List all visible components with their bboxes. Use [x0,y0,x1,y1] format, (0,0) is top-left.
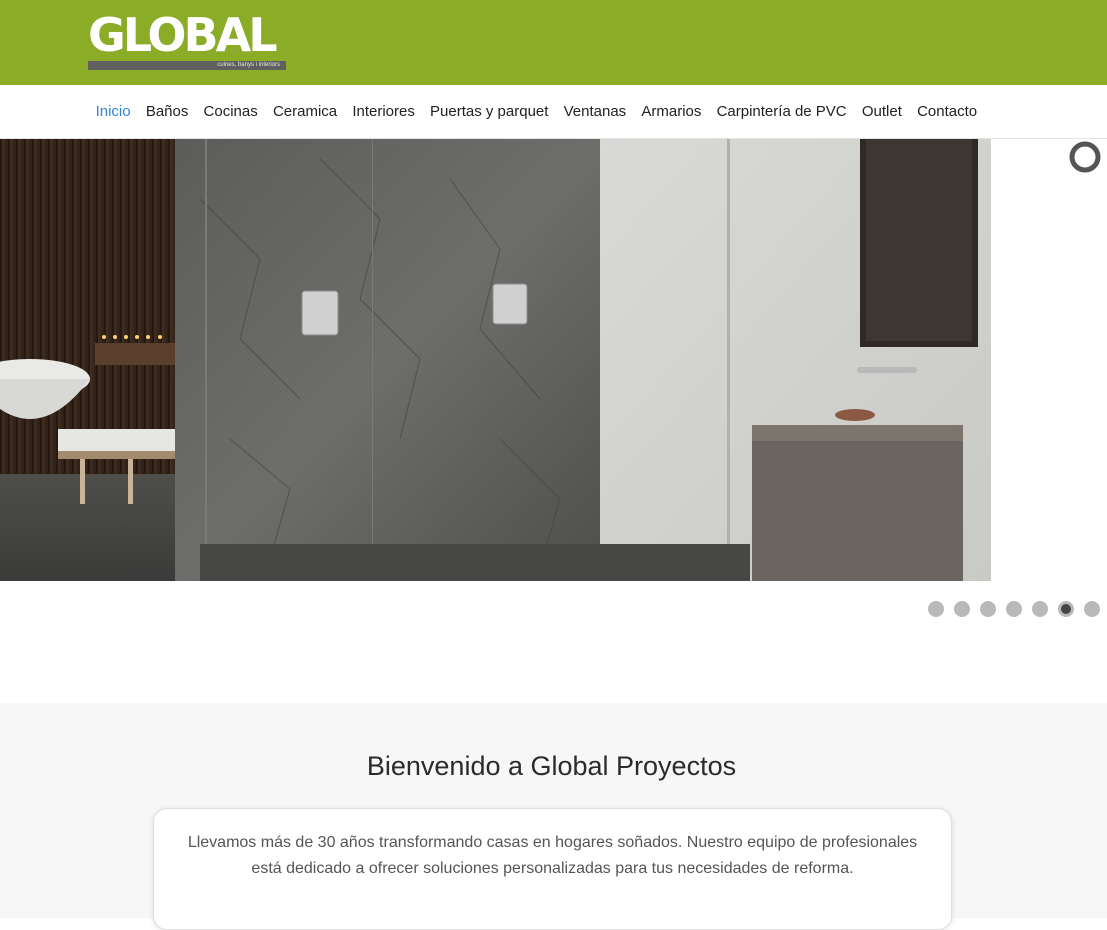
slider-dot-6-active[interactable] [1058,601,1074,617]
nav-item-cocinas[interactable]: Cocinas [196,103,265,120]
logo-wordmark: GLOBAL [88,8,278,62]
nav-item-carpinteria-pvc[interactable]: Carpintería de PVC [709,103,854,120]
nav-item-ceramica[interactable]: Ceramica [265,103,344,120]
global-logo[interactable]: GLOBAL cuines, banys i interiors [88,11,288,71]
slider-dot-4[interactable] [1006,601,1022,617]
hero-slide-bathroom-image [0,139,991,581]
welcome-section: Bienvenido a Global Proyectos Llevamos m… [0,703,1107,930]
slider-dot-3[interactable] [980,601,996,617]
welcome-card: Llevamos más de 30 años transformando ca… [153,808,952,930]
main-navigation: Inicio Baños Cocinas Ceramica Interiores… [0,85,1107,139]
nav-item-outlet[interactable]: Outlet [854,103,909,120]
loading-ring-icon [1069,141,1101,173]
nav-item-armarios[interactable]: Armarios [634,103,709,120]
nav-item-banos[interactable]: Baños [138,103,196,120]
welcome-text: Llevamos más de 30 años transformando ca… [187,834,918,877]
nav-item-ventanas[interactable]: Ventanas [556,103,634,120]
welcome-title: Bienvenido a Global Proyectos [366,751,737,781]
nav-item-interiores[interactable]: Interiores [345,103,423,120]
slider-dot-1[interactable] [928,601,944,617]
slider-dot-5[interactable] [1032,601,1048,617]
slider-dot-7[interactable] [1084,601,1100,617]
nav-item-contacto[interactable]: Contacto [909,103,984,120]
slider-pagination [928,601,1100,617]
nav-item-puertas-parquet[interactable]: Puertas y parquet [422,103,556,120]
slider-dot-2[interactable] [954,601,970,617]
logo-tagline: cuines, banys i interiors [88,61,286,70]
nav-item-inicio[interactable]: Inicio [88,103,138,120]
top-header-bar: GLOBAL cuines, banys i interiors [0,0,1107,85]
